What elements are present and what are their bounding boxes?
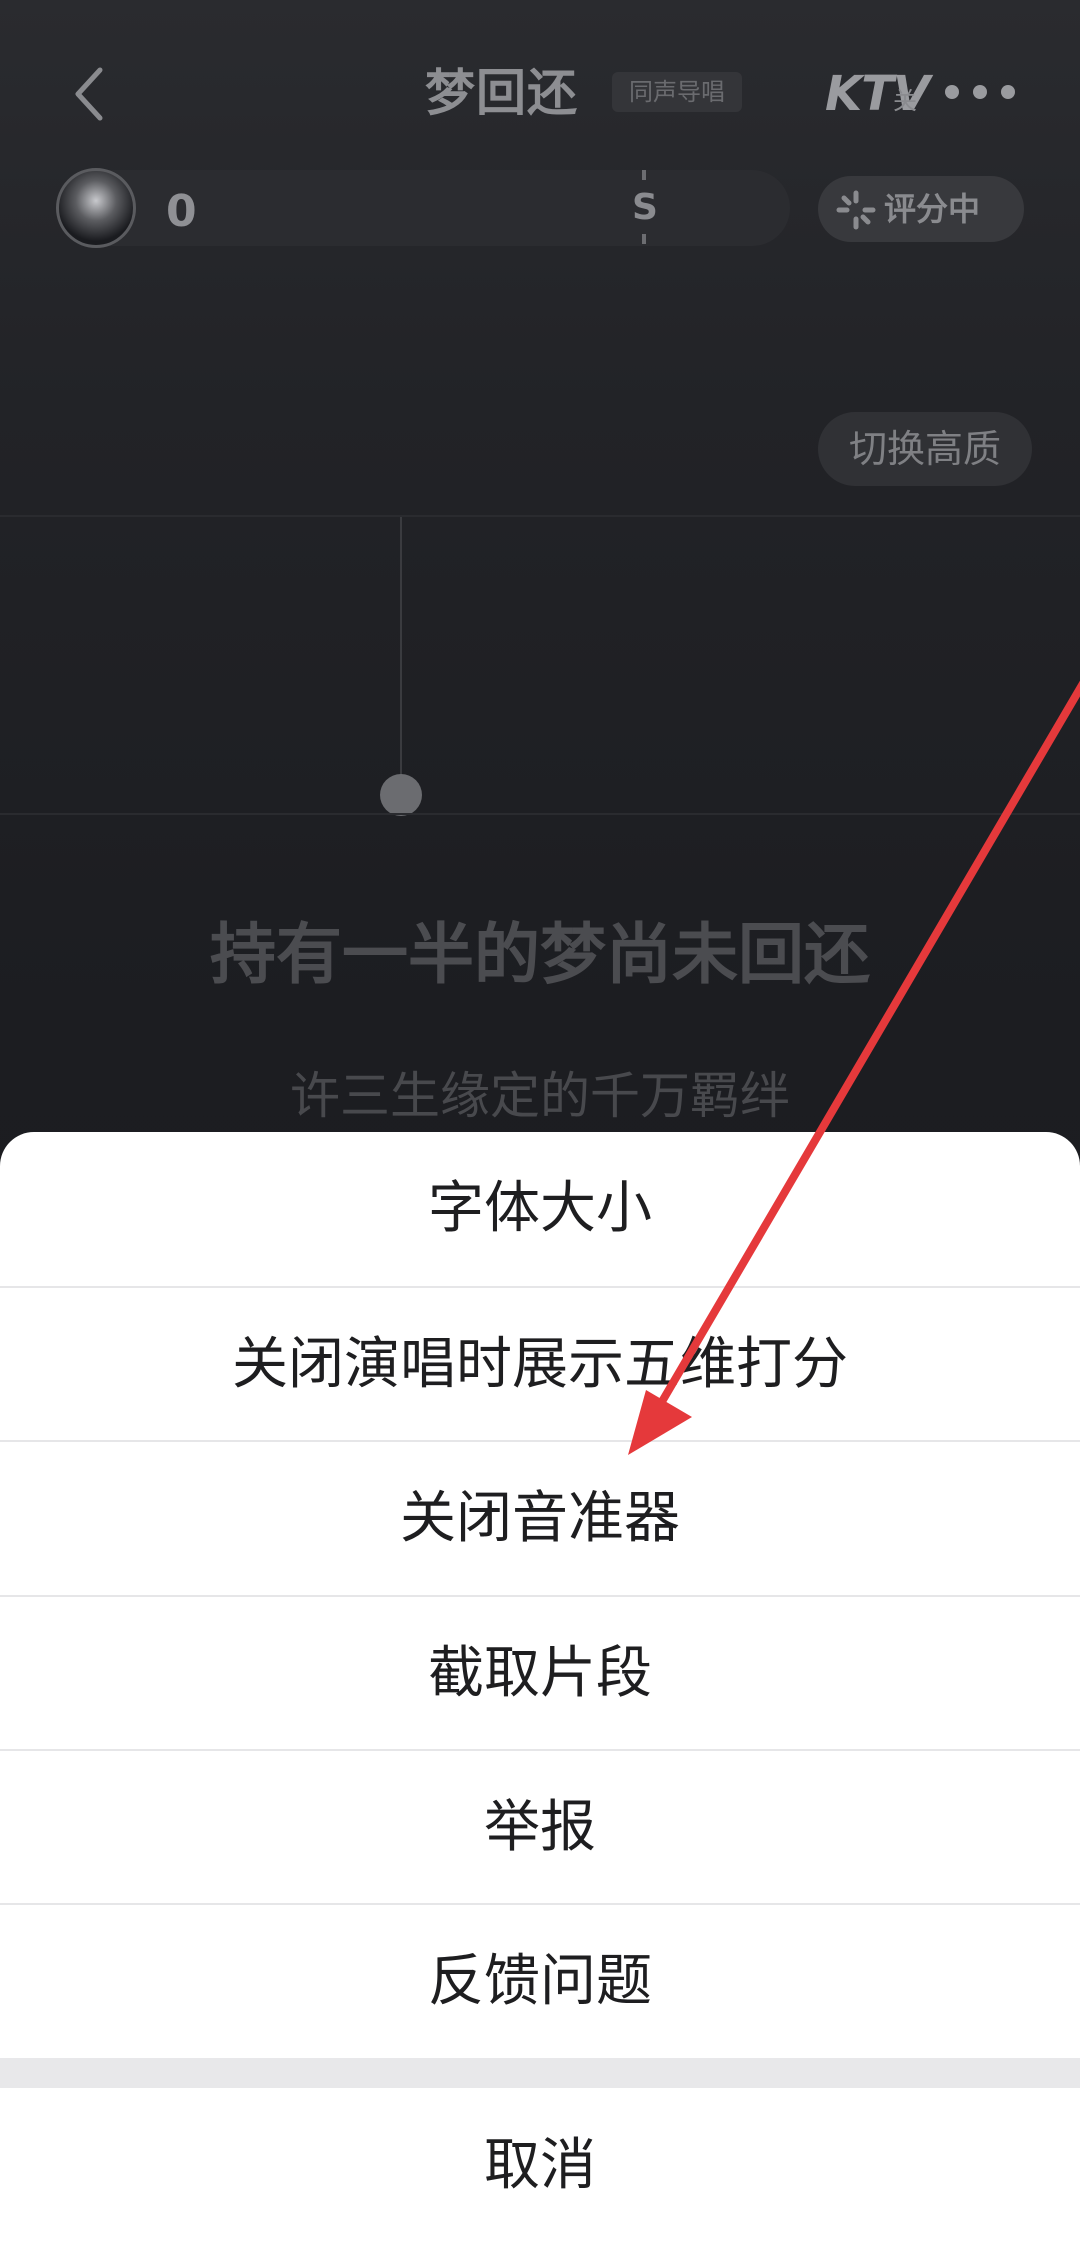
pitch-cursor-line [400,517,402,787]
disable-five-dimension-score-option[interactable]: 关闭演唱时展示五维打分 [0,1288,1080,1442]
clip-segment-option[interactable]: 截取片段 [0,1597,1080,1751]
song-title: 梦回还 [425,64,578,122]
switch-quality-button[interactable]: 切换高质 [818,412,1032,486]
lyric-next-line: 许三生缘定的千万羁绊 [290,1067,790,1125]
more-dots-icon[interactable] [940,80,1020,104]
pitch-track-bottom-line [0,813,1080,815]
avatar[interactable] [56,168,136,248]
feedback-option[interactable]: 反馈问题 [0,1905,1080,2059]
pitch-indicator-dot [380,774,422,816]
sheet-separator-gap [0,2058,1080,2088]
scoring-spinner-icon [836,190,876,230]
ktv-mode-state: 关 [893,87,917,115]
back-chevron-icon[interactable] [70,62,110,126]
lyric-current-line: 持有一半的梦尚未回还 [210,916,870,993]
score-value: 0 [166,186,197,237]
report-option[interactable]: 举报 [0,1751,1080,1905]
disable-pitch-tuner-option[interactable]: 关闭音准器 [0,1442,1080,1596]
scoring-label: 评分中 [884,190,981,228]
s-grade-marker: S [630,186,660,230]
cancel-button[interactable]: 取消 [0,2088,1080,2244]
guide-vocal-badge[interactable]: 同声导唱 [612,72,742,112]
pitch-track-top-line [0,515,1080,517]
font-size-option[interactable]: 字体大小 [0,1132,1080,1286]
action-sheet: 字体大小 关闭演唱时展示五维打分 关闭音准器 截取片段 举报 反馈问题 取消 [0,1132,1080,2244]
